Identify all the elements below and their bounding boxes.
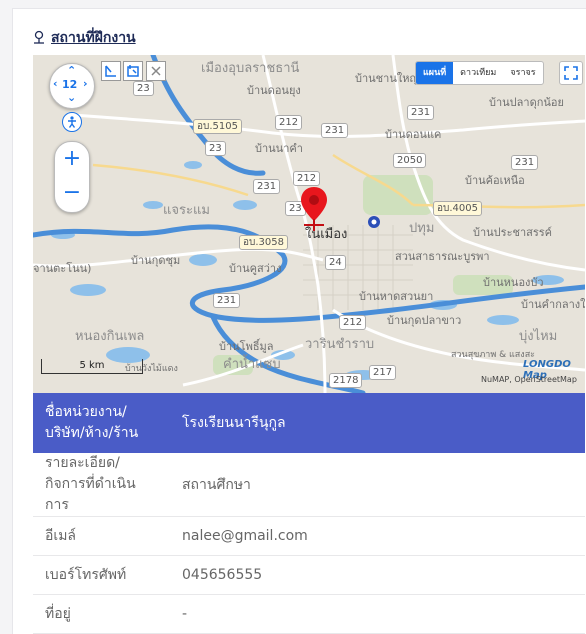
layer-tab-satellite[interactable]: ดาวเทียม xyxy=(453,62,503,84)
row-label: รายละเอียด/กิจการที่ดำเนินการ xyxy=(33,453,170,517)
map-label: บ้านหนองบัว xyxy=(483,276,544,289)
measure-tool-button[interactable] xyxy=(101,61,121,81)
zoom-level: 12 xyxy=(62,78,78,91)
map-label: หนองกินเพล xyxy=(75,329,145,344)
road-badge: 212 xyxy=(293,171,321,186)
row-label: เบอร์โทรศัพท์ xyxy=(33,555,170,595)
person-icon xyxy=(68,116,76,128)
map-label: บุ่งไหม xyxy=(519,329,558,344)
road-badge: 231 xyxy=(321,123,349,138)
table-header-row: ชื่อหน่วยงาน/บริษัท/ห้าง/ร้าน โรงเรียนนา… xyxy=(33,393,585,453)
table-row: อีเมล์ nalee@gmail.com xyxy=(33,516,585,556)
layer-tab-map[interactable]: แผนที่ xyxy=(416,62,454,84)
map-label: บ้านคำกลางใ xyxy=(521,298,585,311)
layer-tab-traffic[interactable]: จราจร xyxy=(503,62,542,84)
table-row: รายละเอียด/กิจการที่ดำเนินการ สถานศึกษา xyxy=(33,453,585,517)
draw-tool-button[interactable] xyxy=(123,61,143,81)
map-label: จานตะโนน) xyxy=(33,262,92,275)
row-value: nalee@gmail.com xyxy=(170,516,585,556)
section-title-text: สถานที่ฝึกงาน xyxy=(51,30,136,46)
table-row: ที่อยู่ - xyxy=(33,594,585,634)
info-table: ชื่อหน่วยงาน/บริษัท/ห้าง/ร้าน โรงเรียนนา… xyxy=(33,393,585,634)
map-marker-icon[interactable] xyxy=(299,185,329,231)
row-value: 045656555 xyxy=(170,555,585,595)
map-label: เมืองอุบลราชธานี xyxy=(201,61,300,76)
map-label: บ้านคูสว่าง xyxy=(229,262,282,275)
map-label: บ้านกุดชุม xyxy=(131,254,181,267)
scale-bar: 5 km xyxy=(41,359,143,374)
pan-control[interactable]: ⌃ ‹ 12 › ⌄ xyxy=(49,63,95,109)
poi-icon xyxy=(368,216,380,228)
street-view-button[interactable] xyxy=(62,112,82,132)
road-badge: 23 xyxy=(205,141,226,156)
row-label: อีเมล์ xyxy=(33,516,170,556)
road-badge: 231 xyxy=(213,293,241,308)
pan-right-icon[interactable]: › xyxy=(83,77,88,90)
road-badge: 212 xyxy=(275,115,303,130)
table-header-label: ชื่อหน่วยงาน/บริษัท/ห้าง/ร้าน xyxy=(33,393,170,453)
map-label: บ้านหาดสวนยา xyxy=(359,290,434,303)
clear-tool-button[interactable] xyxy=(146,61,166,81)
section-title[interactable]: สถานที่ฝึกงาน xyxy=(33,27,136,49)
road-badge: 24 xyxy=(325,255,346,270)
zoom-out-button[interactable]: − xyxy=(55,176,89,210)
zoom-control[interactable]: + − xyxy=(54,141,90,213)
pan-left-icon[interactable]: ‹ xyxy=(53,77,58,90)
road-badge: 23 xyxy=(133,81,154,96)
map-label: บ้านดอนยุง xyxy=(247,84,301,97)
road-badge: อบ.4005 xyxy=(433,201,482,216)
road-badge: 2050 xyxy=(393,153,427,168)
road-badge: 231 xyxy=(407,105,435,120)
map-label: วารินชำราบ xyxy=(305,337,375,352)
map-attribution[interactable]: NuMAP, OpenStreetMap xyxy=(481,375,577,384)
draw-shape-icon xyxy=(127,65,139,77)
map-label: บ้านชานใหญ่ xyxy=(355,72,419,85)
table-header-value: โรงเรียนนารีนุกูล xyxy=(170,393,585,453)
road-badge: 231 xyxy=(253,179,281,194)
road-badge: 231 xyxy=(511,155,539,170)
map-label: บ้านกุดปลาขาว xyxy=(387,314,462,327)
map-label: บ้านประชาสรรค์ xyxy=(473,226,553,239)
table-row: เบอร์โทรศัพท์ 045656555 xyxy=(33,555,585,595)
map-label: คำน้ำแซบ xyxy=(223,357,281,372)
pan-up-icon[interactable]: ⌃ xyxy=(67,64,76,77)
row-value: สถานศึกษา xyxy=(170,453,585,517)
map-label: แจระแม xyxy=(163,203,210,218)
zoom-in-button[interactable]: + xyxy=(55,142,89,176)
pan-down-icon[interactable]: ⌄ xyxy=(67,91,76,104)
layer-switcher: แผนที่ ดาวเทียม จราจร xyxy=(415,61,544,85)
row-value: - xyxy=(170,594,585,634)
location-pin-icon xyxy=(34,30,44,44)
map-label: บ้านปลาดุกน้อย xyxy=(489,96,564,109)
road-badge: 2178 xyxy=(329,373,363,388)
fullscreen-icon xyxy=(564,66,578,80)
map-view[interactable]: เมืองอุบลราชธานี บ้านชานใหญ่ บ้านดอนยุง … xyxy=(33,55,585,393)
map-label: บ้านค้อเหนือ xyxy=(465,174,525,187)
map-label: สวนสาธารณะบูรพา xyxy=(395,250,490,263)
fullscreen-button[interactable] xyxy=(559,61,583,85)
map-label: ปทุม xyxy=(409,221,435,236)
map-label: บ้านนาคำ xyxy=(255,142,303,155)
workplace-card: สถานที่ฝึกงาน เมืองอุบลราชธานี บ้านชานให… xyxy=(12,8,586,634)
road-badge: 212 xyxy=(339,315,367,330)
road-badge: อบ.3058 xyxy=(239,235,288,250)
road-badge: 217 xyxy=(369,365,397,380)
measure-icon xyxy=(105,65,116,77)
row-label: ที่อยู่ xyxy=(33,594,170,634)
close-icon xyxy=(151,66,161,76)
road-badge: อบ.5105 xyxy=(193,119,242,134)
map-label: บ้านดอนแค xyxy=(385,128,442,141)
